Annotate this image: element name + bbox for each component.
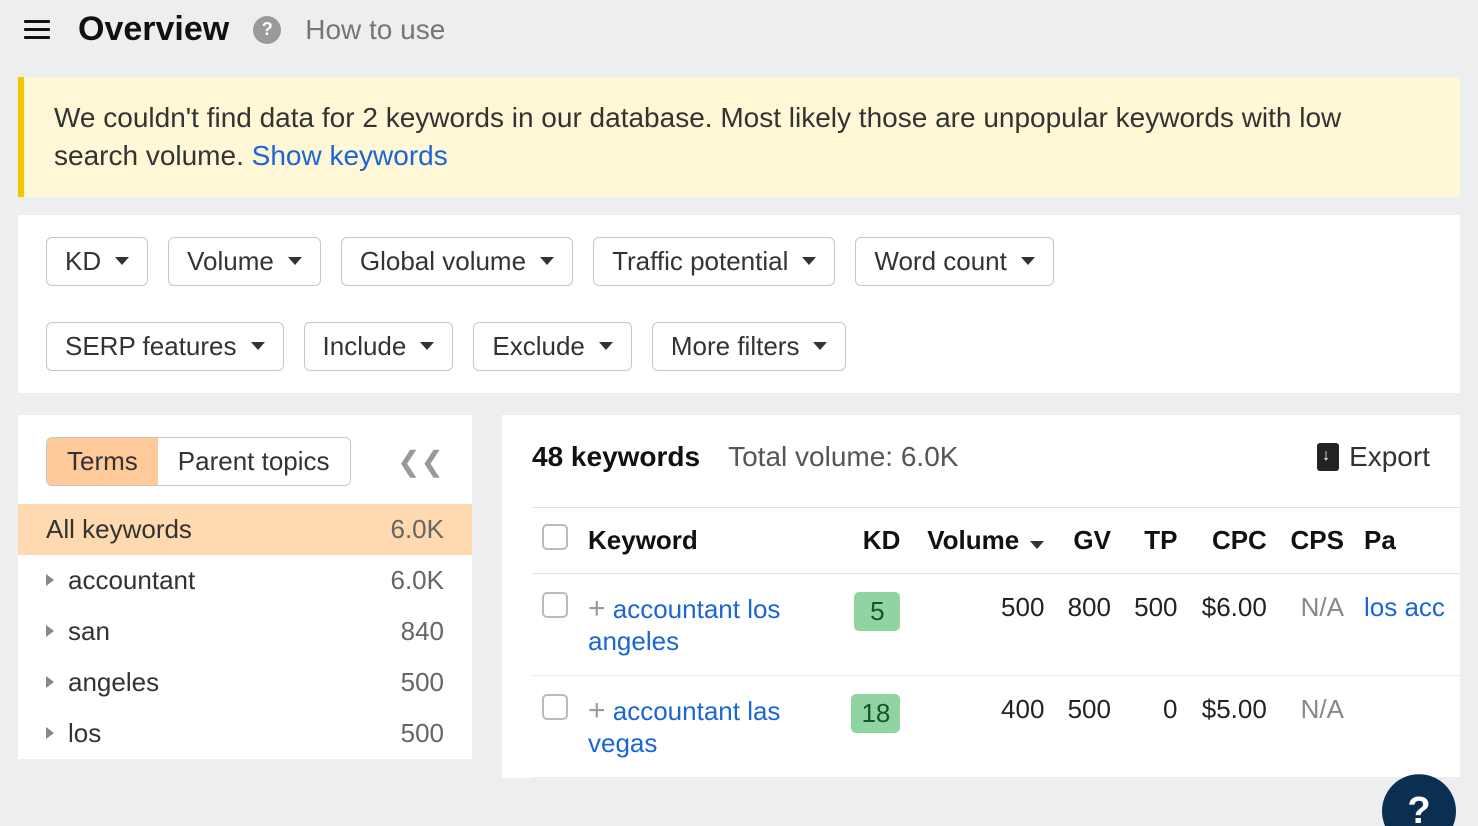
filter-more[interactable]: More filters — [652, 322, 847, 371]
chevron-down-icon — [802, 257, 816, 265]
col-cpc[interactable]: CPC — [1188, 507, 1277, 573]
sidebar-item-count: 840 — [401, 616, 444, 647]
sidebar-item[interactable]: All keywords6.0K — [18, 504, 472, 555]
kd-badge: 5 — [854, 592, 900, 631]
filter-volume[interactable]: Volume — [168, 237, 321, 286]
col-cps[interactable]: CPS — [1277, 507, 1354, 573]
sidebar-item-label: los — [68, 718, 401, 749]
help-icon[interactable]: ? — [253, 16, 281, 44]
table-row: + accountant los angeles5500800500$6.00N… — [532, 573, 1460, 675]
chevron-down-icon — [115, 257, 129, 265]
cell-tp: 500 — [1121, 573, 1188, 675]
sidebar-item[interactable]: angeles500 — [18, 657, 472, 708]
table-row: + accountant las vegas 18 4005000$5.00N/A — [532, 675, 1460, 777]
tab-parent-topics[interactable]: Parent topics — [158, 438, 350, 485]
col-gv[interactable]: GV — [1054, 507, 1121, 573]
cell-tp: 0 — [1121, 675, 1188, 777]
tab-terms[interactable]: Terms — [47, 438, 158, 485]
sidebar-item-label: san — [68, 616, 401, 647]
sidebar: Terms Parent topics ❮❮ All keywords6.0Ka… — [18, 415, 472, 759]
cell-volume: 500 — [910, 573, 1054, 675]
sidebar-item[interactable]: accountant6.0K — [18, 555, 472, 606]
filter-exclude[interactable]: Exclude — [473, 322, 632, 371]
row-checkbox[interactable] — [542, 592, 568, 618]
col-volume[interactable]: Volume — [910, 507, 1054, 573]
chevron-down-icon — [288, 257, 302, 265]
col-tp[interactable]: TP — [1121, 507, 1188, 573]
keyword-link[interactable]: accountant las vegas — [588, 696, 780, 758]
caret-right-icon — [46, 625, 54, 637]
cell-volume: 400 — [910, 675, 1054, 777]
kd-badge: 18 — [851, 694, 900, 733]
cell-cpc: $6.00 — [1188, 573, 1277, 675]
help-fab[interactable]: ? — [1382, 774, 1456, 826]
keyword-link[interactable]: accountant los angeles — [588, 594, 780, 656]
results-panel: 48 keywords Total volume: 6.0K Export Ke… — [502, 415, 1460, 778]
caret-right-icon — [46, 574, 54, 586]
col-parent[interactable]: Pa — [1354, 507, 1460, 573]
sidebar-item-count: 500 — [401, 718, 444, 749]
sidebar-item-count: 500 — [401, 667, 444, 698]
col-keyword[interactable]: Keyword — [578, 507, 838, 573]
row-checkbox[interactable] — [542, 694, 568, 720]
chevron-down-icon — [420, 342, 434, 350]
filters-panel: KD Volume Global volume Traffic potentia… — [18, 215, 1460, 393]
add-to-list-icon[interactable]: + — [588, 694, 606, 727]
cell-gv: 800 — [1054, 573, 1121, 675]
cell-cps: N/A — [1277, 573, 1354, 675]
sidebar-item-count: 6.0K — [391, 514, 445, 545]
chevron-down-icon — [599, 342, 613, 350]
page-title: Overview — [78, 10, 229, 49]
export-button[interactable]: Export — [1317, 441, 1460, 473]
chevron-down-icon — [1021, 257, 1035, 265]
banner-message: We couldn't find data for 2 keywords in … — [54, 102, 1341, 171]
caret-right-icon — [46, 727, 54, 739]
sidebar-item-label: All keywords — [46, 514, 391, 545]
show-keywords-link[interactable]: Show keywords — [252, 140, 448, 171]
filter-include[interactable]: Include — [304, 322, 454, 371]
keywords-table: Keyword KD Volume GV TP CPC CPS Pa + acc… — [532, 507, 1460, 778]
download-icon — [1317, 443, 1339, 471]
parent-link[interactable]: los acc — [1364, 592, 1445, 622]
chevron-down-icon — [251, 342, 265, 350]
how-to-use-link[interactable]: How to use — [305, 14, 445, 46]
total-volume: Total volume: 6.0K — [728, 441, 958, 473]
filter-word-count[interactable]: Word count — [855, 237, 1053, 286]
keyword-count: 48 keywords — [532, 441, 700, 473]
filter-serp-features[interactable]: SERP features — [46, 322, 284, 371]
cell-cps: N/A — [1277, 675, 1354, 777]
sidebar-item[interactable]: san840 — [18, 606, 472, 657]
chevron-down-icon — [540, 257, 554, 265]
sidebar-item-label: angeles — [68, 667, 401, 698]
filter-global-volume[interactable]: Global volume — [341, 237, 573, 286]
chevron-down-icon — [813, 342, 827, 350]
select-all-checkbox[interactable] — [542, 524, 568, 550]
col-kd[interactable]: KD — [838, 507, 910, 573]
collapse-sidebar-icon[interactable]: ❮❮ — [397, 445, 444, 478]
info-banner: We couldn't find data for 2 keywords in … — [18, 77, 1460, 197]
sidebar-item[interactable]: los500 — [18, 708, 472, 759]
sidebar-item-label: accountant — [68, 565, 391, 596]
filter-kd[interactable]: KD — [46, 237, 148, 286]
cell-cpc: $5.00 — [1188, 675, 1277, 777]
cell-gv: 500 — [1054, 675, 1121, 777]
add-to-list-icon[interactable]: + — [588, 592, 606, 625]
sort-desc-icon — [1030, 541, 1044, 549]
sidebar-item-count: 6.0K — [391, 565, 445, 596]
caret-right-icon — [46, 676, 54, 688]
filter-traffic-potential[interactable]: Traffic potential — [593, 237, 835, 286]
menu-icon[interactable] — [20, 16, 54, 43]
